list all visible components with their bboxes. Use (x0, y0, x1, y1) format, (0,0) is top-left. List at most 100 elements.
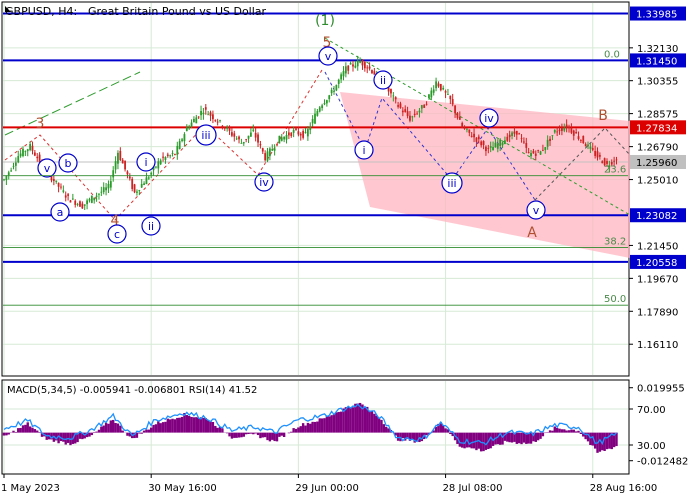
candle-body (155, 166, 157, 168)
candle-body (5, 175, 8, 181)
candle-body (124, 160, 126, 170)
candle-body (475, 137, 478, 142)
candle-body (71, 198, 74, 200)
fibonacci-label: 38.2 (604, 236, 626, 247)
candle-body (10, 170, 13, 172)
candle-body (354, 65, 357, 68)
candle-body (299, 133, 302, 136)
wave-label: iv (259, 176, 269, 189)
candle-body (598, 155, 601, 157)
price-tick-label: 1.28575 (637, 110, 678, 121)
candle-body (164, 156, 167, 160)
candle-body (207, 114, 210, 116)
candle-body (309, 126, 312, 131)
candle-body (292, 129, 295, 133)
candle-body (285, 134, 288, 140)
candle-body (98, 193, 100, 195)
wave-label: v (325, 50, 332, 63)
candle-body (216, 121, 219, 123)
candle-body (185, 127, 188, 132)
candle-body (544, 147, 547, 150)
wave-label: b (65, 157, 72, 170)
candle-body (423, 104, 426, 108)
candle-body (373, 71, 376, 75)
wave-label: B (598, 108, 608, 124)
candle-body (579, 140, 582, 141)
indicator-panel: MACD(5,34,5) -0.005941 -0.006801 RSI(14)… (1, 379, 630, 475)
candle-body (587, 144, 589, 147)
chart-root: (1)534ABv baciiiiiiivviiiiiiivv 0.023.638… (0, 0, 700, 500)
candle-body (409, 115, 411, 121)
candle-body (532, 150, 535, 154)
candle-body (589, 146, 592, 149)
candle-body (520, 138, 523, 140)
candle-body (193, 118, 195, 123)
candle-body (280, 137, 283, 141)
candle-body (114, 161, 117, 170)
candle-body (14, 162, 17, 166)
candle-body (105, 187, 107, 191)
indicator-tick-label: 0.019955 (637, 384, 685, 395)
candle-body (513, 131, 516, 134)
candle-body (259, 144, 262, 146)
candle-body (511, 132, 513, 137)
candle-body (392, 95, 395, 97)
candle-body (223, 127, 226, 129)
candle-body (449, 95, 452, 100)
candle-body (546, 139, 549, 147)
candle-body (371, 70, 373, 74)
candle-body (556, 131, 559, 133)
candle-body (425, 103, 428, 105)
candle-body (523, 141, 525, 143)
candle-body (306, 129, 309, 137)
candle-body (36, 156, 39, 159)
wave-label: v (44, 162, 51, 175)
candle-body (290, 132, 293, 137)
candle-body (250, 132, 252, 137)
candle-body (582, 135, 585, 144)
candle-body (69, 200, 72, 203)
candle-body (368, 66, 371, 69)
candle-body (527, 152, 530, 153)
wave-label: (1) (315, 13, 335, 29)
candle-body (418, 110, 421, 113)
candle-body (572, 130, 575, 136)
wave-label: c (114, 228, 120, 241)
candle-body (537, 150, 540, 151)
time-tick-label: 30 May 16:00 (148, 483, 217, 494)
candle-body (17, 156, 20, 163)
candle-body (363, 62, 366, 69)
candle-body (461, 122, 464, 128)
candle-body (330, 89, 333, 94)
candle-body (333, 91, 335, 92)
candle-body (406, 111, 409, 117)
candle-body (214, 120, 217, 121)
price-tick-label: 1.16110 (637, 340, 678, 351)
candle-body (463, 128, 466, 129)
candle-body (126, 171, 129, 175)
candle-body (325, 100, 328, 104)
chart-header: GBPUSD, H4: Great Britain Pound vs US Do… (5, 5, 267, 18)
candle-body (413, 113, 416, 116)
candle-body (397, 105, 399, 107)
candle-body (321, 105, 324, 109)
candle-body (518, 133, 521, 135)
candle-body (88, 199, 91, 201)
candle-body (247, 135, 250, 139)
price-panel: (1)534ABv baciiiiiiivviiiiiiivv 0.023.638… (1, 1, 631, 377)
candle-body (525, 142, 528, 148)
candle-body (121, 159, 124, 164)
symbol-label: GBPUSD, H4: (5, 5, 77, 18)
candle-body (159, 160, 162, 165)
candle-body (12, 165, 15, 167)
price-tick-label: 1.30355 (637, 77, 678, 88)
candle-body (347, 65, 350, 71)
candle-body (240, 143, 243, 144)
candle-body (551, 135, 554, 137)
time-tick-label: 28 Aug 16:00 (590, 483, 657, 494)
candle-body (428, 94, 430, 99)
candle-body (515, 130, 518, 135)
candle-body (100, 191, 103, 193)
candle-body (79, 201, 81, 207)
candle-body (584, 144, 587, 147)
